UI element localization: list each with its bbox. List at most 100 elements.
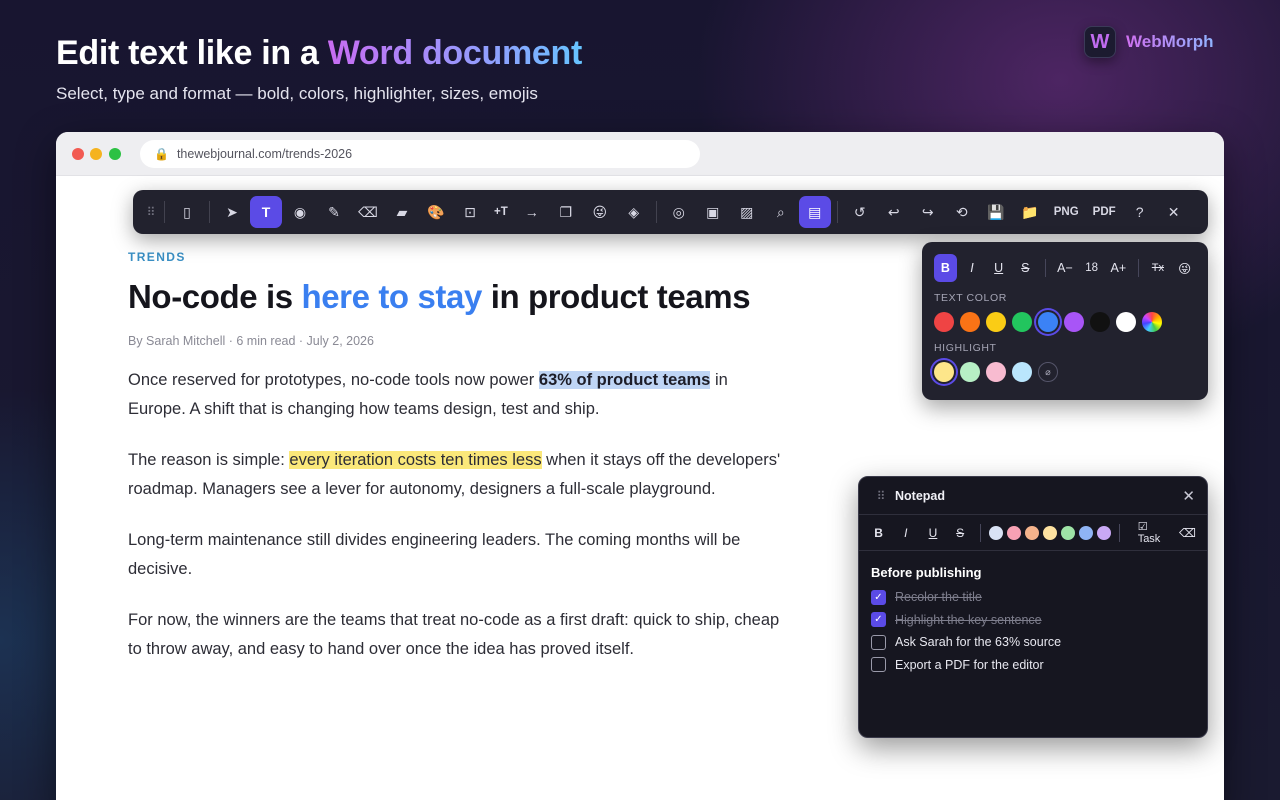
note-color-swatch[interactable] (1042, 525, 1057, 540)
brand-logo-icon: W (1084, 26, 1116, 58)
task-checkbox[interactable] (871, 634, 886, 650)
drag-handle-icon[interactable]: ⠿ (141, 205, 159, 219)
emoji-icon[interactable]: 😜 (1173, 254, 1196, 282)
arrow-icon[interactable]: → (516, 196, 548, 228)
paragraph-1[interactable]: Once reserved for prototypes, no-code to… (128, 366, 788, 424)
paragraph-2[interactable]: The reason is simple: every iteration co… (128, 446, 788, 504)
screenshot-capture-icon[interactable]: ⊡ (454, 196, 486, 228)
sidebar-toggle-icon[interactable]: ▯ (171, 196, 203, 228)
headline-pre: No-code is (128, 278, 302, 315)
hero-title-highlight: Word document (327, 34, 583, 72)
task-label[interactable]: Export a PDF for the editor (895, 658, 1044, 672)
erase-icon[interactable]: ⌫ (1176, 526, 1199, 540)
note-color-swatch[interactable] (988, 525, 1003, 540)
palette-icon[interactable]: 🎨 (420, 196, 452, 228)
task-checkbox[interactable]: ✓ (871, 612, 886, 628)
undo-icon[interactable]: ↩ (878, 196, 910, 228)
export-png-button[interactable]: PNG (1048, 196, 1085, 228)
no-highlight-icon[interactable]: ⌀ (1038, 362, 1058, 382)
brand-name: WebMorph (1126, 32, 1214, 51)
italic-button[interactable]: I (894, 526, 917, 540)
url-text: thewebjournal.com/trends-2026 (176, 147, 353, 161)
export-pdf-button[interactable]: PDF (1087, 196, 1122, 228)
save-icon[interactable]: 💾 (980, 196, 1012, 228)
text-color-swatch[interactable] (986, 312, 1006, 332)
highlighted-text[interactable]: every iteration costs ten times less (289, 451, 542, 469)
notepad-color-swatches (988, 525, 1111, 540)
task-button[interactable]: ☑ Task (1138, 520, 1172, 545)
minimize-window-dot[interactable] (90, 148, 102, 160)
article-kicker[interactable]: TRENDS (128, 250, 788, 264)
bold-button[interactable]: B (934, 254, 957, 282)
note-color-swatch[interactable] (1060, 525, 1075, 540)
note-color-swatch[interactable] (1096, 525, 1111, 540)
notepad-body[interactable]: Before publishing ✓ Recolor the title ✓ Hig… (859, 551, 1207, 690)
shapes-icon[interactable]: ❐ (550, 196, 582, 228)
task-label[interactable]: Highlight the key sentence (895, 613, 1042, 627)
layers-icon[interactable]: ◈ (618, 196, 650, 228)
text-color-swatch[interactable] (960, 312, 980, 332)
eraser-icon[interactable]: ⌫ (352, 196, 384, 228)
paragraph-4[interactable]: For now, the winners are the teams that … (128, 606, 788, 664)
paragraph-3[interactable]: Long-term maintenance still divides engi… (128, 526, 788, 584)
history-icon[interactable]: ⟲ (946, 196, 978, 228)
drag-handle-icon[interactable]: ⠿ (871, 489, 889, 503)
pen-icon[interactable]: ✎ (318, 196, 350, 228)
highlight-swatch[interactable] (934, 362, 954, 382)
strikethrough-button[interactable]: S (1014, 254, 1037, 282)
maximize-window-dot[interactable] (109, 148, 121, 160)
note-color-swatch[interactable] (1006, 525, 1021, 540)
underline-button[interactable]: U (921, 526, 944, 540)
text-tool-button[interactable]: T (250, 196, 282, 228)
hide-element-icon[interactable]: ◉ (284, 196, 316, 228)
clear-format-button[interactable]: Tx (1147, 254, 1170, 282)
target-icon[interactable]: ◎ (663, 196, 695, 228)
highlight-swatch[interactable] (960, 362, 980, 382)
custom-color-picker-icon[interactable] (1142, 312, 1162, 332)
article-byline[interactable]: By Sarah Mitchell · 6 min read · July 2,… (128, 334, 788, 348)
address-bar[interactable]: 🔒 thewebjournal.com/trends-2026 (140, 140, 700, 168)
close-icon[interactable]: ✕ (1182, 487, 1195, 505)
decrease-size-button[interactable]: A− (1054, 254, 1077, 282)
text-color-swatch[interactable] (1012, 312, 1032, 332)
strikethrough-button[interactable]: S (949, 526, 972, 540)
text-color-swatch[interactable] (1038, 312, 1058, 332)
bold-button[interactable]: B (867, 526, 890, 540)
note-color-swatch[interactable] (1078, 525, 1093, 540)
font-size-value[interactable]: 18 (1080, 254, 1103, 282)
task-checkbox[interactable]: ✓ (871, 589, 886, 605)
headline-highlight: here to stay (301, 278, 482, 315)
close-icon[interactable]: ✕ (1158, 196, 1190, 228)
browser-titlebar: 🔒 thewebjournal.com/trends-2026 (56, 132, 1224, 176)
selected-text[interactable]: 63% of product teams (538, 371, 711, 389)
crop-icon[interactable]: ▣ (697, 196, 729, 228)
redo-icon[interactable]: ↪ (912, 196, 944, 228)
add-text-button[interactable]: +T (488, 196, 514, 228)
help-icon[interactable]: ? (1124, 196, 1156, 228)
toolbar-divider (655, 201, 657, 223)
notepad-toggle-icon[interactable]: ▤ (798, 196, 831, 228)
select-cursor-icon[interactable]: ➤ (216, 196, 248, 228)
task-label[interactable]: Recolor the title (895, 590, 982, 604)
close-window-dot[interactable] (72, 148, 84, 160)
underline-button[interactable]: U (987, 254, 1010, 282)
highlight-swatch[interactable] (986, 362, 1006, 382)
zoom-icon[interactable]: ⌕ (765, 196, 797, 228)
text-color-swatch[interactable] (1116, 312, 1136, 332)
task-checkbox[interactable] (871, 657, 886, 673)
folder-icon[interactable]: 📁 (1014, 196, 1046, 228)
highlight-swatch[interactable] (1012, 362, 1032, 382)
refresh-icon[interactable]: ↺ (844, 196, 876, 228)
note-color-swatch[interactable] (1024, 525, 1039, 540)
italic-button[interactable]: I (961, 254, 984, 282)
highlighter-icon[interactable]: ▰ (386, 196, 418, 228)
emoji-icon[interactable]: 😜 (584, 196, 616, 228)
notepad-toolbar: B I U S ☑ Task ⌫ (859, 515, 1207, 551)
image-icon[interactable]: ▨ (731, 196, 763, 228)
task-label[interactable]: Ask Sarah for the 63% source (895, 635, 1061, 649)
text-color-swatch[interactable] (1064, 312, 1084, 332)
increase-size-button[interactable]: A+ (1107, 254, 1130, 282)
text-color-swatch[interactable] (934, 312, 954, 332)
text-color-swatch[interactable] (1090, 312, 1110, 332)
article-headline[interactable]: No-code is here to stay in product teams (128, 278, 788, 316)
